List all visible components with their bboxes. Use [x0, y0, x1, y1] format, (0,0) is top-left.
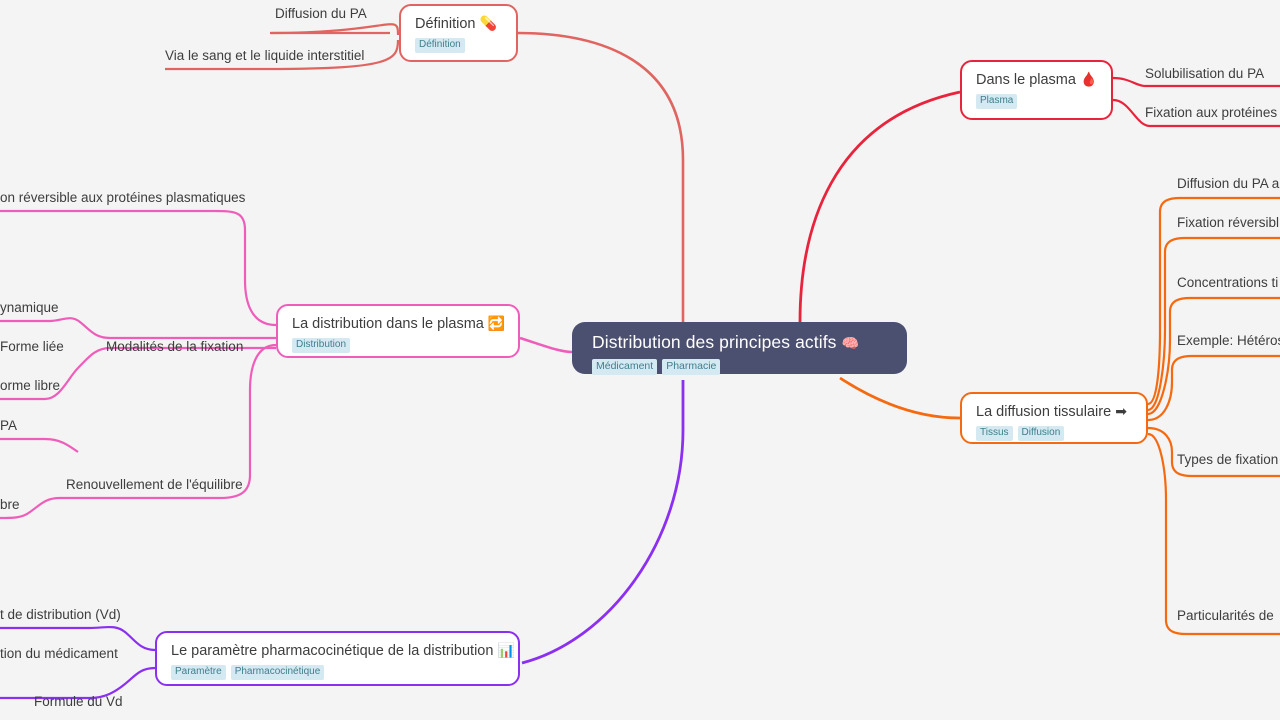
node-distribution-plasma-tags: Distribution: [292, 338, 504, 353]
tag-pharmacocinetique[interactable]: Pharmacocinétique: [230, 665, 325, 680]
brain-icon: 🧠: [841, 335, 860, 351]
tag-diffusion[interactable]: Diffusion: [1017, 426, 1065, 441]
leaf-forme-liee[interactable]: Forme liée: [0, 338, 64, 355]
central-node-label: Distribution des principes actifs: [592, 332, 837, 352]
node-parametre-tags: Paramètre Pharmacocinétique: [171, 665, 504, 680]
repeat-arrows-icon: 🔁: [487, 315, 506, 331]
leaf-pa[interactable]: PA: [0, 417, 17, 434]
node-diffusion-tissulaire-title: La diffusion tissulaire ➡: [976, 402, 1132, 421]
leaf-fixation-aux-proteines[interactable]: Fixation aux protéines: [1145, 104, 1277, 121]
leaf-fixation-reversible-proteines-plasmatiques[interactable]: on réversible aux protéines plasmatiques: [0, 189, 245, 206]
leaf-equilibre-dynamique[interactable]: ynamique: [0, 299, 59, 316]
link-plasma: [798, 90, 961, 323]
leaf-diffusion-du-pa-a[interactable]: Diffusion du PA a: [1177, 175, 1279, 192]
link-distribution: [519, 336, 573, 354]
node-plasma-title: Dans le plasma 🩸: [976, 70, 1097, 89]
node-parametre-pharmacocinetique[interactable]: Le paramètre pharmacocinétique de la dis…: [155, 631, 520, 686]
link-distribution-leaf-5: [0, 437, 79, 453]
node-parametre-label: Le paramètre pharmacocinétique de la dis…: [171, 643, 494, 659]
node-definition-tags: Définition: [415, 38, 502, 53]
node-definition-label: Définition: [415, 16, 476, 32]
node-plasma-tags: Plasma: [976, 94, 1097, 109]
node-diffusion-tissulaire[interactable]: La diffusion tissulaire ➡ Tissus Diffusi…: [960, 392, 1148, 444]
blood-drop-icon: 🩸: [1079, 71, 1098, 87]
link-definition-leaf-0: [269, 23, 400, 36]
leaf-exemple-heteroside[interactable]: Exemple: Hétéros: [1177, 332, 1280, 349]
node-definition[interactable]: Définition 💊 Définition: [399, 4, 518, 62]
tag-medicament[interactable]: Médicament: [592, 359, 658, 375]
link-tissue-leaf-1: [1147, 236, 1280, 412]
tag-parametre[interactable]: Paramètre: [171, 665, 226, 680]
leaf-particularites-de[interactable]: Particularités de: [1177, 607, 1274, 624]
link-parametre: [521, 380, 685, 665]
node-diffusion-tissulaire-tags: Tissus Diffusion: [976, 426, 1132, 441]
leaf-forme-libre[interactable]: orme libre: [0, 377, 60, 394]
leaf-types-de-fixation[interactable]: Types de fixation: [1177, 451, 1278, 468]
leaf-volume-de-distribution-vd[interactable]: t de distribution (Vd): [0, 606, 121, 623]
leaf-diffusion-du-pa[interactable]: Diffusion du PA: [275, 5, 367, 22]
link-tissue-leaf-2: [1147, 296, 1280, 416]
tag-definition[interactable]: Définition: [415, 38, 465, 53]
central-node-tags: Médicament Pharmacie: [592, 359, 887, 375]
node-diffusion-tissulaire-label: La diffusion tissulaire: [976, 404, 1112, 420]
central-node[interactable]: Distribution des principes actifs 🧠 Médi…: [572, 322, 907, 375]
node-distribution-plasma-title: La distribution dans le plasma 🔁: [292, 314, 506, 333]
node-plasma-label: Dans le plasma: [976, 72, 1076, 88]
node-distribution-plasma[interactable]: La distribution dans le plasma 🔁 Distrib…: [276, 304, 520, 358]
link-tissue: [839, 376, 961, 420]
link-definition: [516, 31, 685, 322]
tag-pharmacie[interactable]: Pharmacie: [662, 359, 721, 375]
leaf-solubilisation-du-pa[interactable]: Solubilisation du PA: [1145, 65, 1264, 82]
tag-plasma[interactable]: Plasma: [976, 94, 1018, 109]
bar-chart-icon: 📊: [497, 642, 515, 658]
leaf-renouvellement-de-l-equilibre[interactable]: Renouvellement de l'équilibre: [66, 476, 243, 493]
link-distribution-leaf-2: [0, 317, 276, 340]
central-node-title: Distribution des principes actifs 🧠: [592, 332, 887, 354]
node-definition-title: Définition 💊: [415, 14, 502, 33]
pill-icon: 💊: [479, 15, 497, 31]
leaf-libre[interactable]: bre: [0, 496, 20, 513]
leaf-repartition-du-medicament[interactable]: tion du médicament: [0, 645, 118, 662]
node-parametre-title: Le paramètre pharmacocinétique de la dis…: [171, 641, 515, 660]
leaf-fixation-reversible[interactable]: Fixation réversibl: [1177, 214, 1279, 231]
leaf-modalites-de-la-fixation[interactable]: Modalités de la fixation: [106, 338, 243, 355]
node-distribution-plasma-label: La distribution dans le plasma: [292, 316, 484, 332]
tag-tissus[interactable]: Tissus: [976, 426, 1013, 441]
right-arrow-icon: ➡: [1115, 403, 1127, 419]
link-tissue-leaf-3: [1147, 354, 1280, 422]
leaf-via-le-sang[interactable]: Via le sang et le liquide interstitiel: [165, 47, 364, 64]
leaf-concentrations-tissulaires[interactable]: Concentrations ti: [1177, 274, 1278, 291]
tag-distribution[interactable]: Distribution: [292, 338, 351, 353]
mindmap-canvas: Distribution des principes actifs 🧠 Médi…: [0, 0, 1280, 720]
leaf-formule-du-vd[interactable]: Formule du Vd: [34, 693, 123, 710]
node-plasma[interactable]: Dans le plasma 🩸 Plasma: [960, 60, 1113, 120]
